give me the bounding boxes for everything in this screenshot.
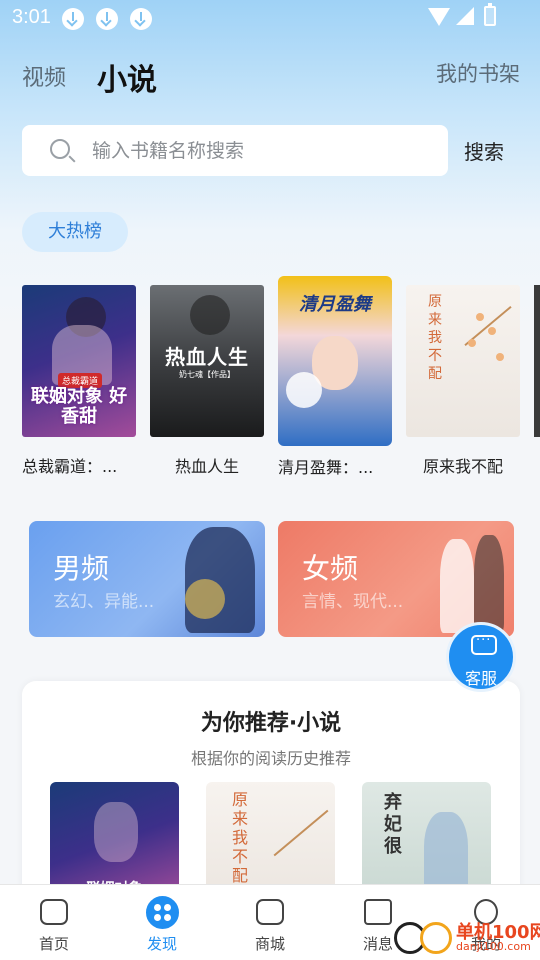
status-bar: 3:01 <box>0 0 540 36</box>
book-cover: 原来我不配 <box>406 285 520 437</box>
cover-title: 热血人生 <box>165 345 249 369</box>
download-icon <box>96 8 118 30</box>
tab-video[interactable]: 视频 <box>22 60 66 92</box>
category-subtitle: 言情、现代... <box>302 592 404 612</box>
category-name: 男频 <box>53 552 110 585</box>
cover-figure <box>94 802 138 862</box>
search-icon <box>50 139 70 159</box>
book-title: 总裁霸道：... <box>22 457 118 476</box>
recommend-title: 为你推荐·小说 <box>200 711 342 736</box>
cover-title: 清月盈舞 <box>299 294 371 315</box>
wifi-icon <box>428 8 450 26</box>
status-time: 3:01 <box>12 6 51 28</box>
hot-rank-tab[interactable]: 大热榜 <box>22 212 128 252</box>
book-title: 热血人生 <box>174 457 239 476</box>
watermark-url: danji100.com <box>456 940 531 953</box>
card-glow <box>185 579 225 619</box>
search-input[interactable] <box>92 137 432 165</box>
download-icon <box>62 8 84 30</box>
book-cover: 总裁霸道 联姻对象 好香甜 <box>22 285 136 437</box>
nav-discover[interactable]: 发现 <box>108 885 216 960</box>
search-button[interactable]: 搜索 <box>464 136 504 165</box>
home-icon <box>40 899 68 925</box>
search-bar[interactable] <box>22 125 448 176</box>
watermark-logo: 单机100网 danji100.com <box>394 918 540 958</box>
cover-title: 弃妃很 <box>384 792 402 857</box>
cover-author: 奶七魂【作品】 <box>179 370 235 379</box>
book-cover-partial <box>534 285 540 437</box>
cover-smoke <box>190 295 230 335</box>
cover-title: 联姻对象 好香甜 <box>30 386 128 427</box>
male-category-card[interactable]: 男频 玄幻、异能... <box>29 521 265 637</box>
book-title: 清月盈舞：... <box>278 458 374 477</box>
discover-icon <box>146 896 179 929</box>
signal-icon <box>456 7 474 25</box>
book-item[interactable]: 热血人生 奶七魂【作品】 热血人生 <box>150 285 264 477</box>
category-subtitle: 玄幻、异能... <box>53 592 155 612</box>
download-icon <box>130 8 152 30</box>
book-cover: 热血人生 奶七魂【作品】 <box>150 285 264 437</box>
card-illustration <box>440 539 474 633</box>
cover-branch <box>273 809 329 857</box>
book-item[interactable]: 总裁霸道 联姻对象 好香甜 总裁霸道：... <box>22 285 136 477</box>
book-cover: 清月盈舞 <box>278 276 392 446</box>
recommend-subtitle: 根据你的阅读历史推荐 <box>190 749 351 768</box>
bookshelf-link[interactable]: 我的书架 <box>436 58 520 88</box>
book-title: 原来我不配 <box>422 457 503 476</box>
nav-label: 首页 <box>38 935 69 953</box>
female-category-card[interactable]: 女频 言情、现代... <box>278 521 514 637</box>
card-illustration <box>474 535 504 633</box>
cover-title: 原来我不配 <box>232 790 249 885</box>
book-item[interactable]: 清月盈舞 清月盈舞：... <box>278 276 392 478</box>
cover-branch <box>464 305 512 347</box>
category-name: 女频 <box>302 552 359 585</box>
nav-label: 商城 <box>254 935 285 953</box>
nav-home[interactable]: 首页 <box>0 885 108 960</box>
store-icon <box>256 899 284 925</box>
chat-icon <box>471 633 497 655</box>
cover-title: 原来我不配 <box>428 294 442 382</box>
cover-flower <box>286 372 322 408</box>
cover-blossom <box>476 313 484 321</box>
tab-novel[interactable]: 小说 <box>97 55 157 99</box>
book-item[interactable]: 原来我不配 原来我不配 <box>406 285 520 477</box>
nav-store[interactable]: 商城 <box>216 885 324 960</box>
watermark-circle <box>420 922 452 954</box>
service-label: 客服 <box>464 669 497 688</box>
message-icon <box>364 899 392 925</box>
nav-label: 发现 <box>146 935 177 953</box>
battery-icon <box>484 3 496 26</box>
customer-service-button[interactable]: 客服 <box>446 622 516 692</box>
